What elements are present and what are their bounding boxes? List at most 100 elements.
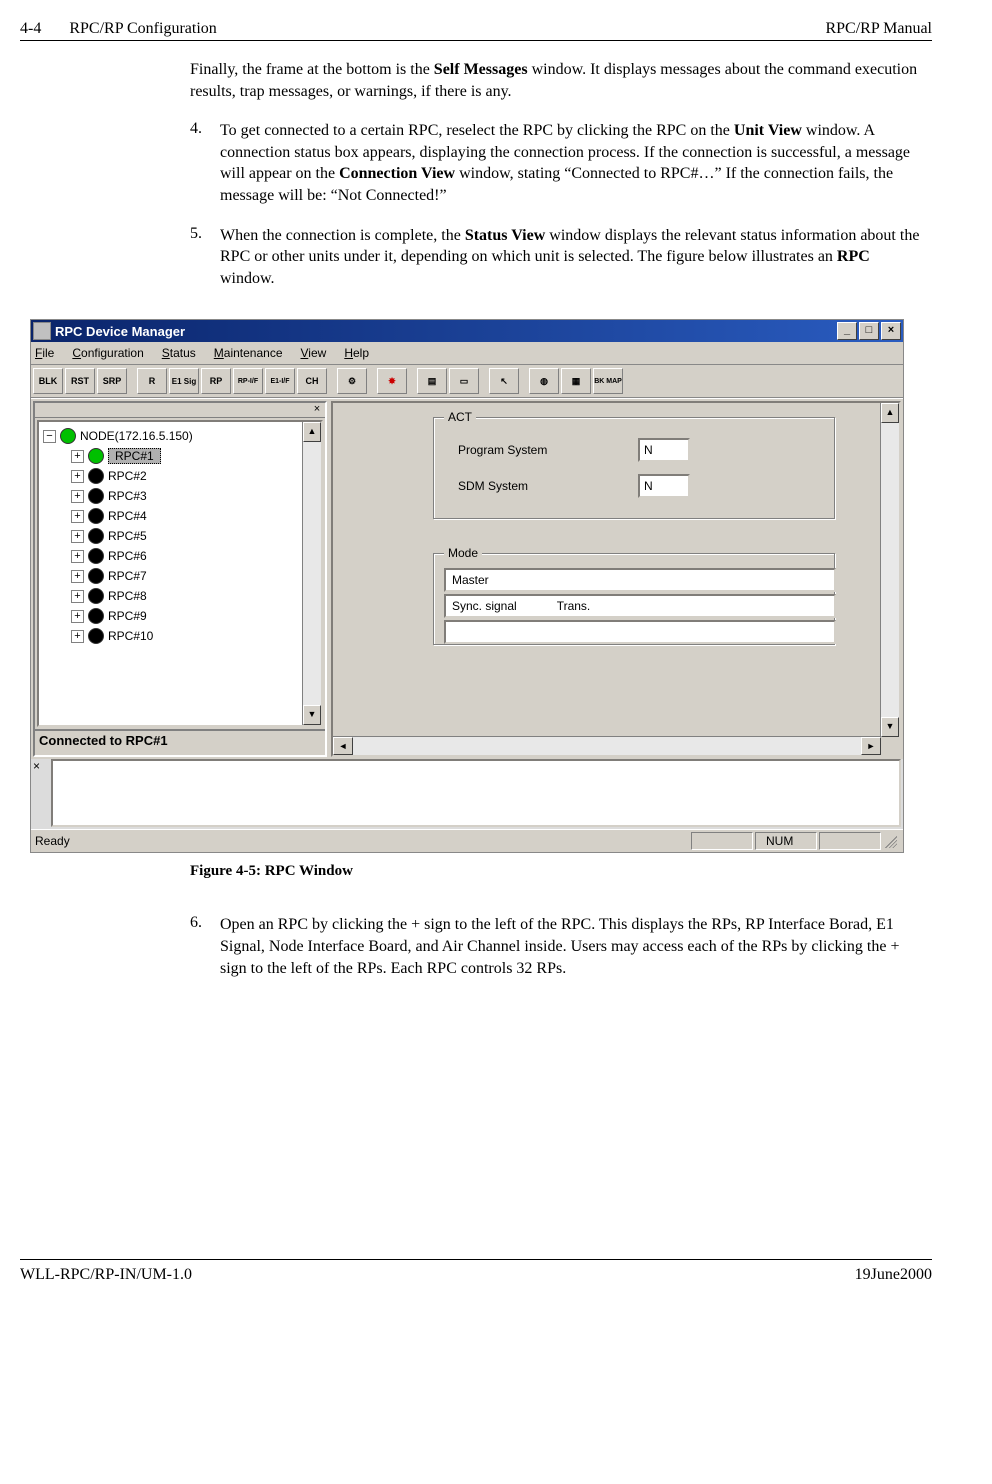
- groupbox-act: ACT Program System N SDM System N: [433, 417, 835, 519]
- pane-close-icon[interactable]: ×: [311, 403, 323, 417]
- minimize-button[interactable]: _: [837, 322, 857, 340]
- titlebar[interactable]: RPC Device Manager _ □ ×: [31, 320, 903, 342]
- self-messages-pane: [51, 759, 901, 827]
- toolbar-e1sig-button[interactable]: E1 Sig: [169, 368, 199, 394]
- toolbar-r-button[interactable]: R: [137, 368, 167, 394]
- tree-item-label: RPC#3: [108, 489, 147, 503]
- expander-plus-icon[interactable]: +: [71, 470, 84, 483]
- toolbar-blk-button[interactable]: BLK: [33, 368, 63, 394]
- toolbar-srp-button[interactable]: SRP: [97, 368, 127, 394]
- program-system-label: Program System: [458, 443, 638, 457]
- toolbar-btn-alarm[interactable]: ✸: [377, 368, 407, 394]
- status-dot-icon: [88, 528, 104, 544]
- expander-plus-icon[interactable]: +: [71, 490, 84, 503]
- scroll-up-icon[interactable]: ▲: [303, 422, 321, 442]
- alarm-icon: ✸: [388, 376, 396, 387]
- status-dot-icon: [88, 548, 104, 564]
- system-menu-icon[interactable]: [33, 322, 51, 340]
- list-item-6: 6. Open an RPC by clicking the + sign to…: [190, 914, 922, 979]
- status-dot-icon: [88, 448, 104, 464]
- empty-row: [444, 620, 836, 644]
- statusbar: Ready NUM: [31, 829, 903, 852]
- toolbar-ch-button[interactable]: CH: [297, 368, 327, 394]
- toolbar-rst-button[interactable]: RST: [65, 368, 95, 394]
- tree-scrollbar[interactable]: ▲ ▼: [302, 422, 321, 725]
- toolbar-btn-16[interactable]: ▦: [561, 368, 591, 394]
- trans-label: Trans.: [557, 599, 591, 613]
- tree-node-rpc[interactable]: + RPC#2: [43, 466, 317, 486]
- expander-plus-icon[interactable]: +: [71, 630, 84, 643]
- expander-plus-icon[interactable]: +: [71, 590, 84, 603]
- msg-pane-close-icon[interactable]: ×: [33, 759, 40, 773]
- maximize-button[interactable]: □: [859, 322, 879, 340]
- tree-item-label: RPC#5: [108, 529, 147, 543]
- expander-plus-icon[interactable]: +: [71, 550, 84, 563]
- expander-plus-icon[interactable]: +: [71, 450, 84, 463]
- close-button[interactable]: ×: [881, 322, 901, 340]
- expander-plus-icon[interactable]: +: [71, 530, 84, 543]
- tree-node-rpc[interactable]: +RPC#6: [43, 546, 317, 566]
- mode-legend: Mode: [444, 546, 482, 560]
- status-dot-icon: [88, 488, 104, 504]
- menu-help[interactable]: Help: [344, 346, 369, 360]
- unit-tree[interactable]: − NODE(172.16.5.150) +RPC#1+RPC#2+RPC#3+…: [39, 422, 321, 711]
- toolbar-rpif-button[interactable]: RP-I/F: [233, 368, 263, 394]
- tree-node-rpc[interactable]: +RPC#9: [43, 606, 317, 626]
- menu-maintenance[interactable]: Maintenance: [214, 346, 283, 360]
- sdm-system-label: SDM System: [458, 479, 638, 493]
- scroll-up-icon[interactable]: ▲: [881, 403, 899, 423]
- tree-node-rpc[interactable]: + RPC#4: [43, 506, 317, 526]
- tree-node-root[interactable]: − NODE(172.16.5.150): [43, 426, 317, 446]
- globe-icon: ◍: [540, 376, 548, 387]
- scroll-down-icon[interactable]: ▼: [303, 705, 321, 725]
- list-number: 4.: [190, 120, 220, 206]
- resize-grip-icon[interactable]: [881, 832, 899, 850]
- list-item-5: 5. When the connection is complete, the …: [190, 225, 922, 290]
- unit-view-pane: × − NODE(172.16.5.150) +RPC#1+RPC#2+RPC#…: [33, 401, 327, 757]
- toolbar-e1if-button[interactable]: E1-I/F: [265, 368, 295, 394]
- toolbar-btn-13[interactable]: ▭: [449, 368, 479, 394]
- expander-minus-icon[interactable]: −: [43, 430, 56, 443]
- tree-node-rpc[interactable]: +RPC#10: [43, 626, 317, 646]
- tree-item-label: RPC#4: [108, 509, 147, 523]
- status-dot-icon: [88, 608, 104, 624]
- status-view-pane: ACT Program System N SDM System N Mode: [331, 401, 901, 757]
- statusbar-cell-empty1: [691, 832, 753, 850]
- status-dot-icon: [88, 568, 104, 584]
- toolbar-btn-12[interactable]: ▤: [417, 368, 447, 394]
- expander-plus-icon[interactable]: +: [71, 610, 84, 623]
- tree-node-rpc[interactable]: + RPC#3: [43, 486, 317, 506]
- scroll-down-icon[interactable]: ▼: [881, 717, 899, 737]
- expander-plus-icon[interactable]: +: [71, 570, 84, 583]
- toolbar-btn-pointer[interactable]: ↖: [489, 368, 519, 394]
- menu-file[interactable]: File: [35, 346, 54, 360]
- sdm-system-value: N: [638, 474, 690, 498]
- footer-left: WLL-RPC/RP-IN/UM-1.0: [20, 1266, 192, 1284]
- scroll-right-icon[interactable]: ►: [861, 737, 881, 755]
- menu-configuration[interactable]: Configuration: [72, 346, 143, 360]
- right-hscrollbar[interactable]: ◄ ►: [333, 736, 881, 755]
- toolbar-btn-15[interactable]: ◍: [529, 368, 559, 394]
- sync-trans-row: Sync. signal Trans.: [444, 594, 836, 618]
- toolbar-btn-10[interactable]: ⚙: [337, 368, 367, 394]
- menu-status[interactable]: Status: [162, 346, 196, 360]
- pointer-icon: ↖: [500, 376, 508, 387]
- status-dot-icon: [88, 628, 104, 644]
- window-title: RPC Device Manager: [55, 324, 185, 339]
- list-number: 5.: [190, 225, 220, 290]
- expander-plus-icon[interactable]: +: [71, 510, 84, 523]
- tree-node-rpc[interactable]: +RPC#1: [43, 446, 317, 466]
- tree-item-label: RPC#2: [108, 469, 147, 483]
- tree-item-label: RPC#7: [108, 569, 147, 583]
- tree-node-rpc[interactable]: + RPC#7: [43, 566, 317, 586]
- list-number: 6.: [190, 914, 220, 979]
- tree-node-rpc[interactable]: +RPC#8: [43, 586, 317, 606]
- right-vscrollbar[interactable]: ▲ ▼: [880, 403, 899, 737]
- menu-view[interactable]: View: [301, 346, 327, 360]
- list-item-4: 4. To get connected to a certain RPC, re…: [190, 120, 922, 206]
- tree-node-rpc[interactable]: + RPC#5: [43, 526, 317, 546]
- scroll-left-icon[interactable]: ◄: [333, 737, 353, 755]
- manual-title: RPC/RP Manual: [825, 20, 932, 38]
- toolbar-btn-17[interactable]: BK MAP: [593, 368, 623, 394]
- toolbar-rp-button[interactable]: RP: [201, 368, 231, 394]
